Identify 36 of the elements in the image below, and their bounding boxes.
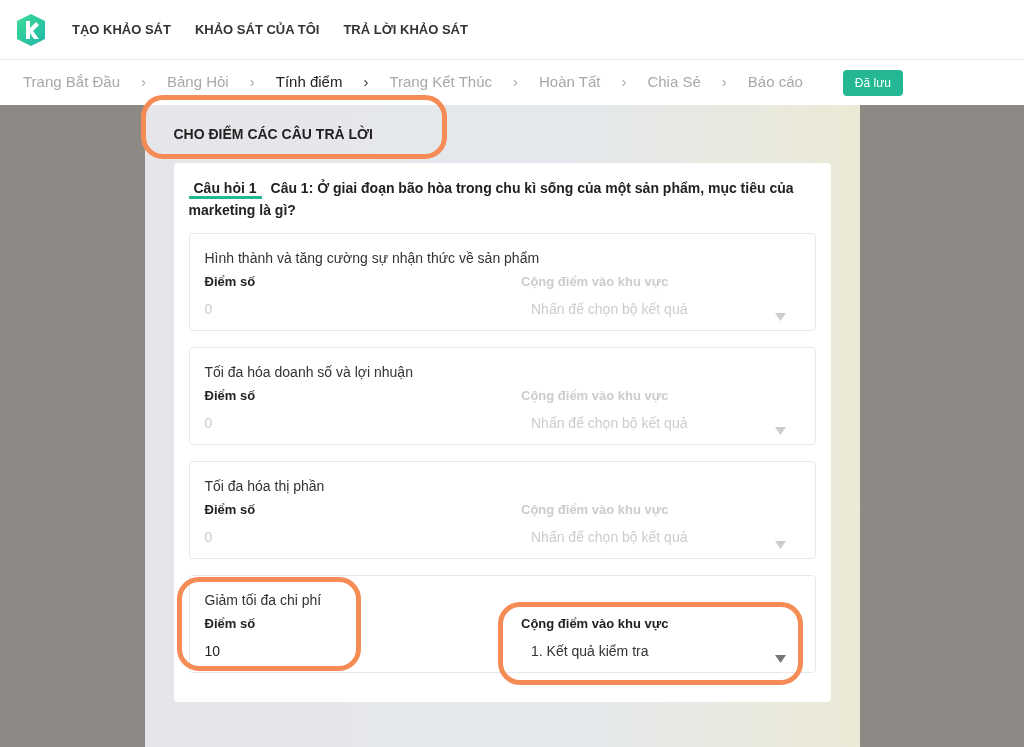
question-tab[interactable]: Câu hỏi 1	[188, 180, 262, 199]
nav-link[interactable]: TRẢ LỜI KHẢO SÁT	[343, 19, 468, 40]
score-input[interactable]: 10	[204, 640, 315, 662]
breadcrumb-separator: ›	[721, 72, 727, 93]
breadcrumb-step[interactable]: Trang Kết Thúc	[389, 71, 492, 94]
caret-down-icon	[774, 541, 786, 549]
breadcrumb-step[interactable]: Báo cáo	[747, 71, 803, 94]
score-label: Điểm số	[204, 501, 257, 519]
saved-badge: Đã lưu	[842, 69, 903, 96]
breadcrumb-step[interactable]: Chia Sẻ	[647, 71, 701, 94]
nav-link[interactable]: KHẢO SÁT CỦA TÔI	[194, 19, 320, 40]
breadcrumb-separator: ›	[621, 72, 627, 93]
answer-text: Hình thành và tăng cường sự nhận thức về sản phẩm	[204, 249, 541, 268]
nav-link[interactable]: TẠO KHẢO SÁT	[72, 19, 171, 40]
breadcrumb-separator: ›	[141, 72, 146, 93]
score-label: Điểm số	[204, 615, 257, 633]
breadcrumb-separator: ›	[249, 72, 255, 93]
breadcrumb-separator: ›	[513, 72, 518, 93]
question-text: Câu hỏi 1 Câu 1: Ở giai đoạn bão hòa trong chu kì sống của một sản phẩm, mục tiêu của marketing là gì?	[188, 178, 795, 220]
answer-text: Tối đa hóa thị phần	[204, 477, 326, 496]
answer-text: Tối đa hóa doanh số và lợi nhuận	[204, 363, 414, 382]
breadcrumb-step[interactable]: Bảng Hỏi	[167, 71, 229, 94]
section-title: CHO ĐIỂM CÁC CÂU TRẢ LỜI	[173, 124, 373, 144]
caret-down-icon	[774, 427, 786, 435]
caret-down-icon	[774, 313, 786, 321]
region-label: Cộng điểm vào khu vực	[521, 615, 670, 633]
score-label: Điểm số	[204, 273, 257, 291]
answer-text: Giảm tối đa chi phí	[204, 591, 323, 610]
breadcrumb-separator: ›	[363, 72, 369, 93]
logo-icon	[17, 13, 45, 46]
breadcrumb-step[interactable]: Hoàn Tất	[539, 71, 601, 94]
result-set-dropdown[interactable]: 1. Kết quả kiểm tra	[521, 640, 800, 662]
score-label: Điểm số	[204, 387, 257, 405]
breadcrumb-step[interactable]: Tính điểm	[275, 71, 343, 94]
breadcrumb-step[interactable]: Trang Bắt Đầu	[23, 71, 120, 94]
caret-down-icon	[774, 655, 786, 663]
